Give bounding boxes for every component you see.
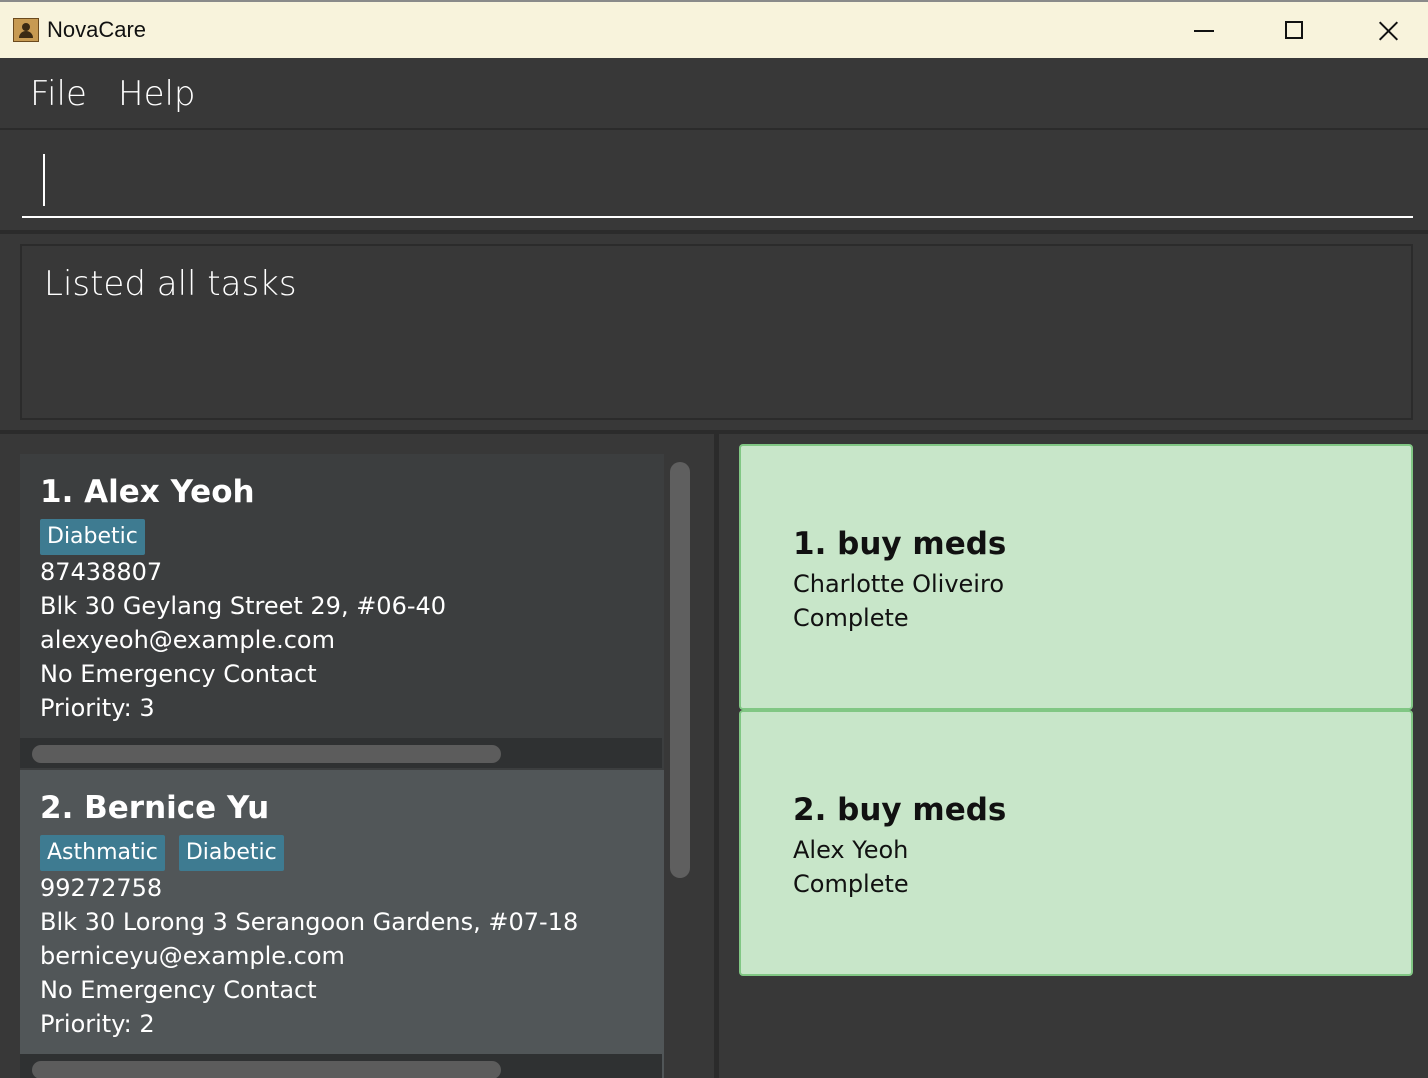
result-message: Listed all tasks [44,264,297,304]
task-person: Alex Yeoh [793,836,909,864]
person-address: Blk 30 Lorong 3 Serangoon Gardens, #07-1… [40,908,579,936]
panel-divider [714,434,719,1078]
text-caret [43,154,45,206]
tag-badge: Diabetic [40,519,145,555]
person-name: 2. Bernice Yu [40,790,270,826]
result-display: Listed all tasks [20,244,1413,420]
tag-list: Asthmatic Diabetic [40,835,284,871]
title-bar: NovaCare [0,0,1428,58]
person-name: 1. Alex Yeoh [40,474,255,510]
command-input[interactable] [22,146,1413,218]
task-card[interactable]: 2. buy meds Alex Yeoh Complete [739,710,1413,976]
horizontal-scrollbar[interactable] [20,738,662,768]
task-name: 1. buy meds [793,526,1007,562]
person-emergency-contact: No Emergency Contact [40,660,317,688]
tag-badge: Diabetic [178,835,284,871]
person-phone: 99272758 [40,874,163,902]
task-person: Charlotte Oliveiro [793,570,1004,598]
tag-list: Diabetic [40,519,145,555]
person-emergency-contact: No Emergency Contact [40,976,317,1004]
menu-file[interactable]: File [30,74,87,114]
person-email: alexyeoh@example.com [40,626,335,654]
menu-bar: File Help [0,58,1428,130]
scrollbar-thumb[interactable] [32,1061,501,1078]
scrollbar-thumb[interactable] [32,745,501,763]
person-card[interactable]: 1. Alex Yeoh Diabetic 87438807 Blk 30 Ge… [20,454,664,770]
tag-badge: Asthmatic [40,835,165,871]
task-status: Complete [793,870,909,898]
person-email: berniceyu@example.com [40,942,345,970]
person-phone: 87438807 [40,558,163,586]
command-box [0,130,1428,234]
task-status: Complete [793,604,909,632]
menu-help[interactable]: Help [118,74,196,114]
app-icon [13,18,39,42]
minimize-icon[interactable] [1184,12,1224,50]
close-icon[interactable] [1368,12,1408,50]
person-priority: Priority: 3 [40,694,155,722]
person-card[interactable]: 2. Bernice Yu Asthmatic Diabetic 9927275… [20,770,664,1078]
horizontal-scrollbar[interactable] [20,1054,662,1078]
vertical-scrollbar[interactable] [670,462,690,878]
person-list-panel[interactable]: 1. Alex Yeoh Diabetic 87438807 Blk 30 Ge… [0,434,714,1078]
task-card[interactable]: 1. buy meds Charlotte Oliveiro Complete [739,444,1413,710]
person-address: Blk 30 Geylang Street 29, #06-40 [40,592,447,620]
window-title: NovaCare [47,17,147,42]
person-priority: Priority: 2 [40,1010,155,1038]
task-name: 2. buy meds [793,792,1007,828]
maximize-icon[interactable] [1275,12,1315,50]
